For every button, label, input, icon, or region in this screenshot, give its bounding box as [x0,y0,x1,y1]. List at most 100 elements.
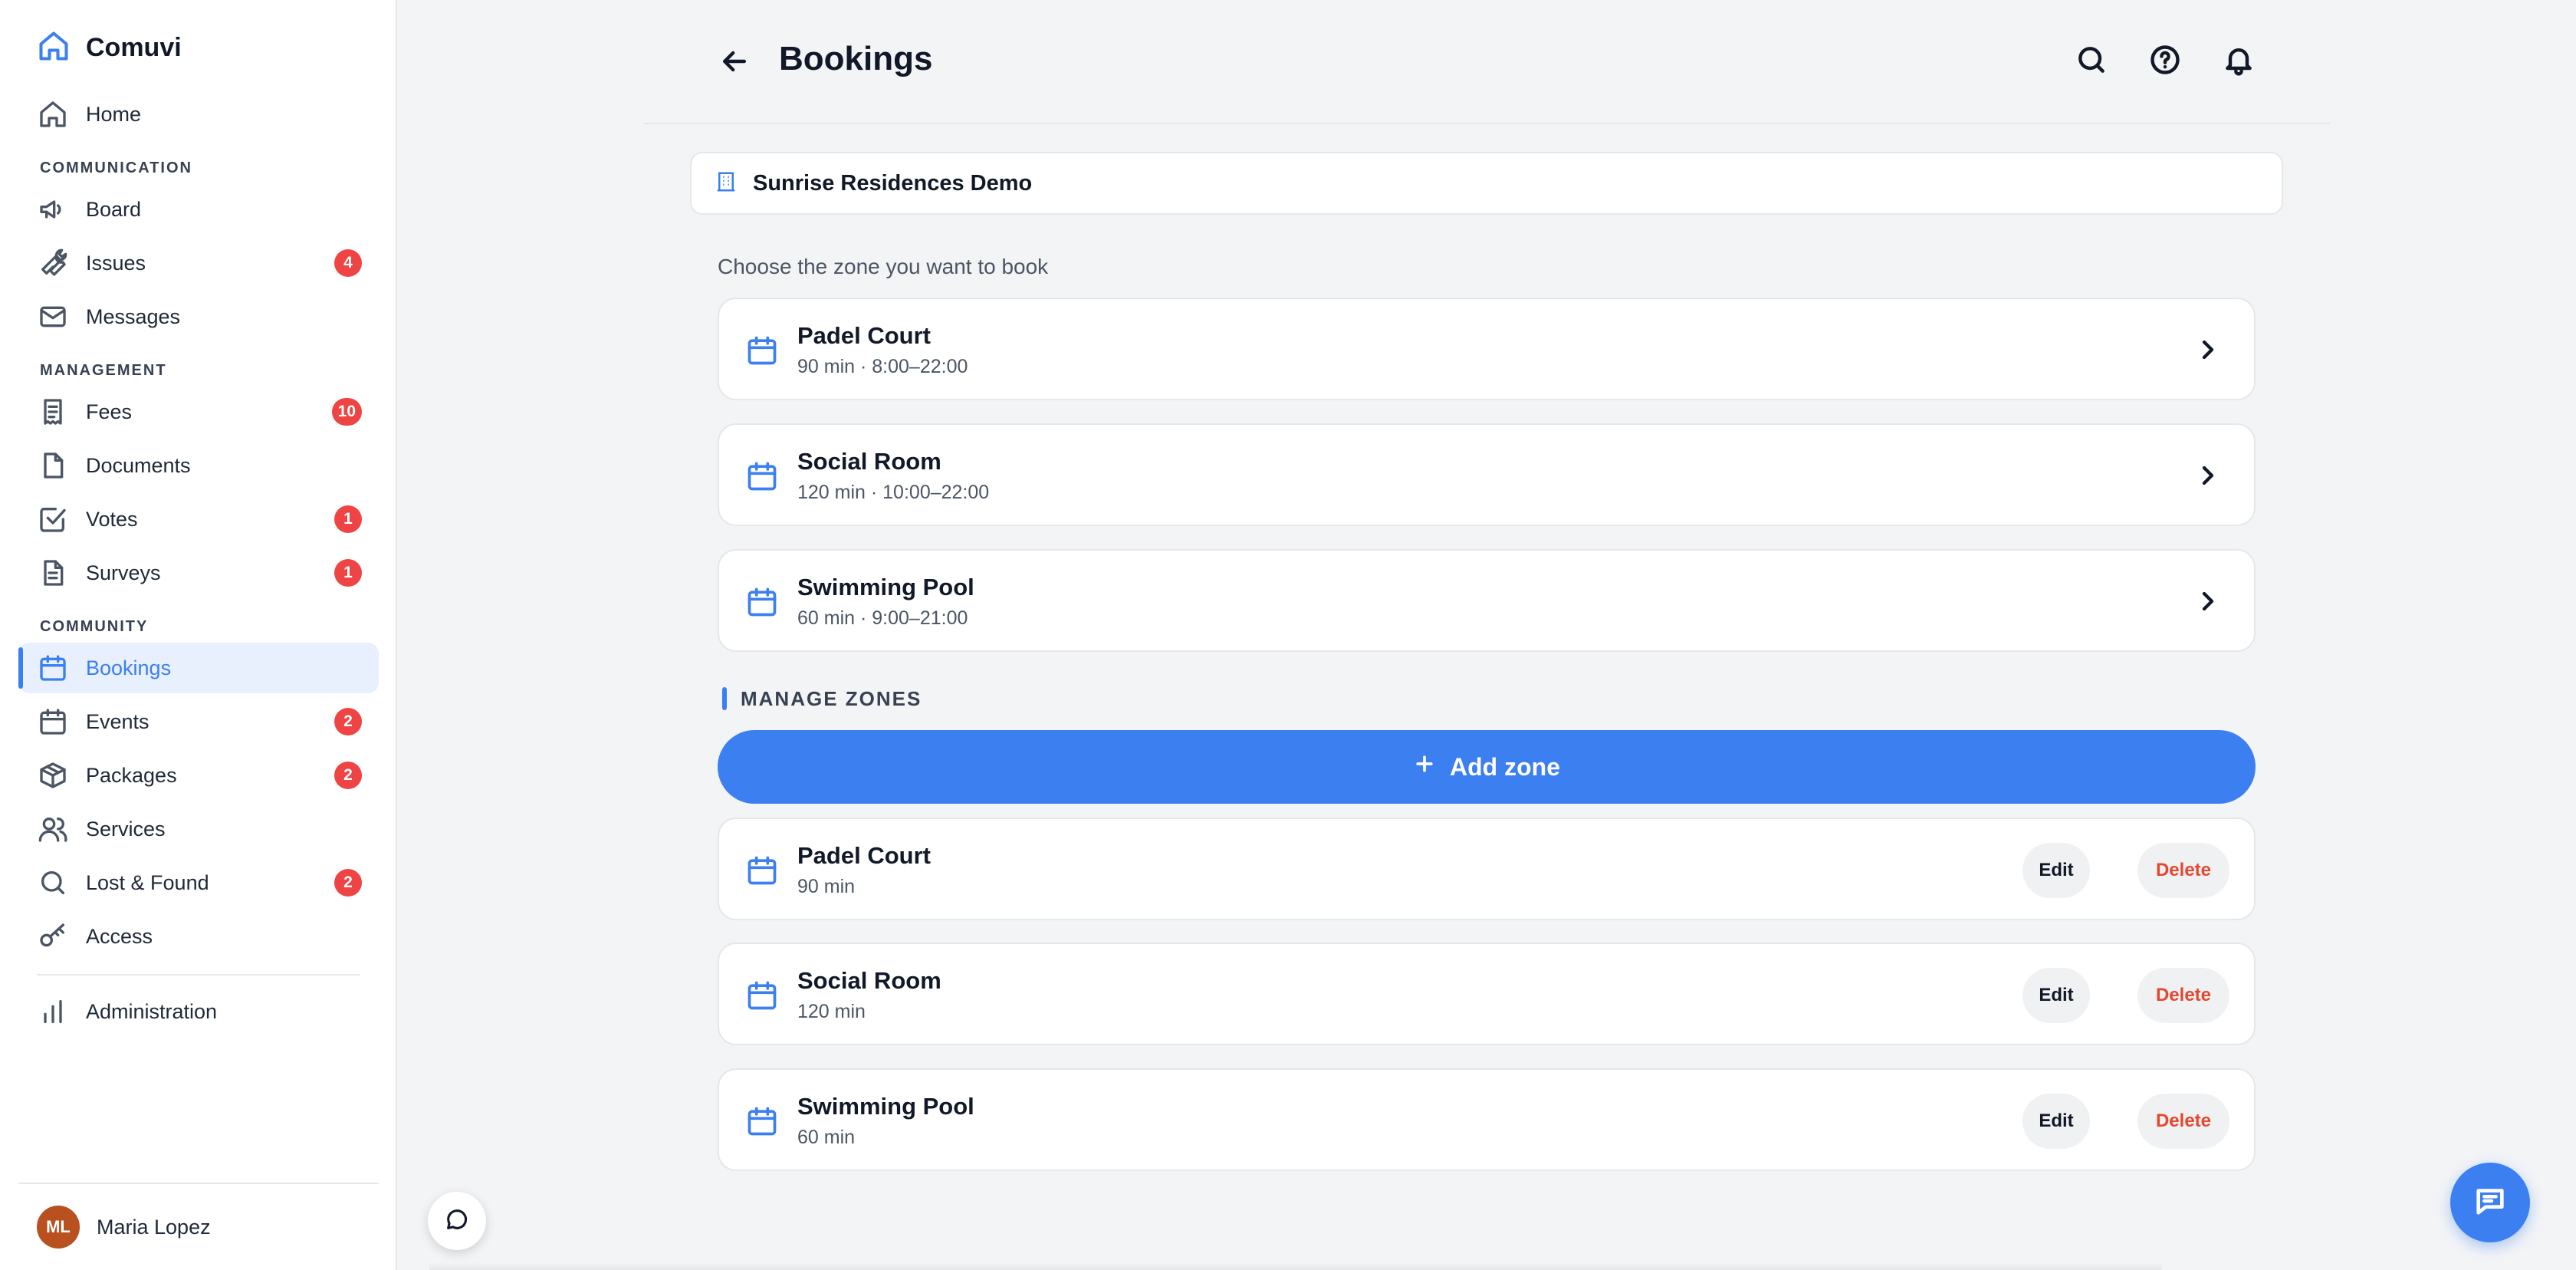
user-name: Maria Lopez [97,1215,211,1239]
sidebar-item-services[interactable]: Services [18,804,379,854]
calendar-icon [745,585,779,619]
add-zone-button[interactable]: Add zone [718,730,2256,804]
app-name: Comuvi [86,33,182,62]
sidebar-item-label: Events [86,709,150,733]
sidebar-item-label: Surveys [86,561,161,584]
sidebar-item-label: Lost & Found [86,870,209,894]
sidebar-item-events[interactable]: Events 2 [18,696,379,747]
document-icon [37,449,69,482]
zone-card-social-room[interactable]: Social Room 120 min · 10:00–22:00 [718,423,2256,526]
back-button[interactable] [718,44,751,78]
zone-name: Social Room [797,448,941,475]
page-header: Bookings [644,0,2331,124]
survey-icon [37,557,69,589]
zone-name: Padel Court [797,842,931,869]
sidebar-item-issues[interactable]: Issues 4 [18,238,379,288]
sidebar-item-label: Votes [86,507,138,531]
checkbox-icon [37,503,69,535]
sidebar-item-label: Fees [86,400,133,423]
key-icon [37,920,69,952]
zone-name: Swimming Pool [797,574,974,600]
delete-button[interactable]: Delete [2137,968,2229,1023]
edit-button[interactable]: Edit [2022,1094,2090,1149]
sidebar-item-lost-found[interactable]: Lost & Found 2 [18,857,379,908]
sidebar-divider [37,974,360,976]
sidebar-item-messages[interactable]: Messages [18,291,379,342]
chat-support-button[interactable] [2450,1163,2530,1242]
zone-name: Swimming Pool [797,1093,974,1120]
zone-meta: 90 min · 8:00–22:00 [797,356,968,377]
home-icon [37,98,69,130]
sidebar-item-board[interactable]: Board [18,184,379,235]
edit-button[interactable]: Edit [2022,843,2090,898]
sidebar-item-label: Board [86,197,142,221]
fees-count-badge: 10 [331,398,362,426]
sidebar-item-label: Access [86,924,153,948]
avatar: ML [37,1206,80,1249]
section-management: MANAGEMENT [40,362,167,379]
sidebar-item-packages[interactable]: Packages 2 [18,750,379,801]
bottom-shadow [429,1262,2162,1270]
sidebar-item-documents[interactable]: Documents [18,440,379,491]
sidebar-item-administration[interactable]: Administration [18,986,379,1037]
zone-card-swimming-pool[interactable]: Swimming Pool 60 min · 9:00–21:00 [718,549,2256,652]
surveys-count-badge: 1 [334,559,362,587]
building-icon [715,170,738,197]
calendar-icon [37,706,69,738]
plus-icon [1413,752,1436,781]
sidebar-item-home[interactable]: Home [18,89,379,140]
sidebar-item-surveys[interactable]: Surveys 1 [18,548,379,598]
package-icon [37,759,69,791]
message-square-icon [2472,1183,2508,1222]
home-logo-icon [37,29,71,67]
calendar-icon [37,652,69,684]
delete-button[interactable]: Delete [2137,1094,2229,1149]
zone-duration: 60 min [797,1127,856,1148]
packages-count-badge: 2 [334,762,362,789]
zone-name: Padel Court [797,322,931,349]
calendar-icon [745,979,779,1012]
sidebar-item-fees[interactable]: Fees 10 [18,387,379,437]
events-count-badge: 2 [334,708,362,735]
page-title: Bookings [779,40,933,77]
chevron-right-icon [2193,460,2223,491]
bar-chart-icon [37,995,69,1028]
search-icon [2075,47,2108,80]
user-profile[interactable]: ML Maria Lopez [18,1183,379,1270]
receipt-icon [37,396,69,428]
notifications-button[interactable] [2222,43,2259,80]
brand[interactable]: Comuvi [37,29,182,67]
managed-zone-social-room: Social Room 120 min Edit Delete [718,943,2256,1045]
zone-card-padel-court[interactable]: Padel Court 90 min · 8:00–22:00 [718,298,2256,400]
sidebar-item-bookings[interactable]: Bookings [18,643,379,693]
sidebar-item-access[interactable]: Access [18,911,379,962]
wrench-icon [37,247,69,279]
section-communication: COMMUNICATION [40,160,192,176]
sidebar-item-label: Administration [86,999,218,1023]
delete-button[interactable]: Delete [2137,843,2229,898]
arrow-left-icon [718,51,751,81]
chevron-right-icon [2193,586,2223,617]
sidebar: Comuvi Home COMMUNICATION Board Issues 4… [0,0,397,1270]
search-button[interactable] [2075,43,2111,80]
help-circle-icon [2148,45,2182,80]
users-icon [37,813,69,845]
zone-meta: 60 min · 9:00–21:00 [797,607,968,629]
edit-button[interactable]: Edit [2022,968,2090,1023]
section-community: COMMUNITY [40,618,149,635]
help-button[interactable] [2148,43,2185,80]
chevron-right-icon [2193,334,2223,365]
calendar-icon [745,1104,779,1138]
bell-icon [2222,48,2256,80]
megaphone-icon [37,193,69,225]
zone-duration: 90 min [797,876,856,897]
sidebar-item-label: Bookings [86,656,172,679]
community-selector[interactable]: Sunrise Residences Demo [690,152,2283,215]
zone-name: Social Room [797,967,941,994]
add-zone-label: Add zone [1450,752,1560,781]
sidebar-item-label: Packages [86,763,177,787]
issues-count-badge: 4 [334,249,362,277]
feedback-button[interactable] [428,1192,486,1250]
lost-found-count-badge: 2 [334,869,362,897]
sidebar-item-votes[interactable]: Votes 1 [18,494,379,545]
